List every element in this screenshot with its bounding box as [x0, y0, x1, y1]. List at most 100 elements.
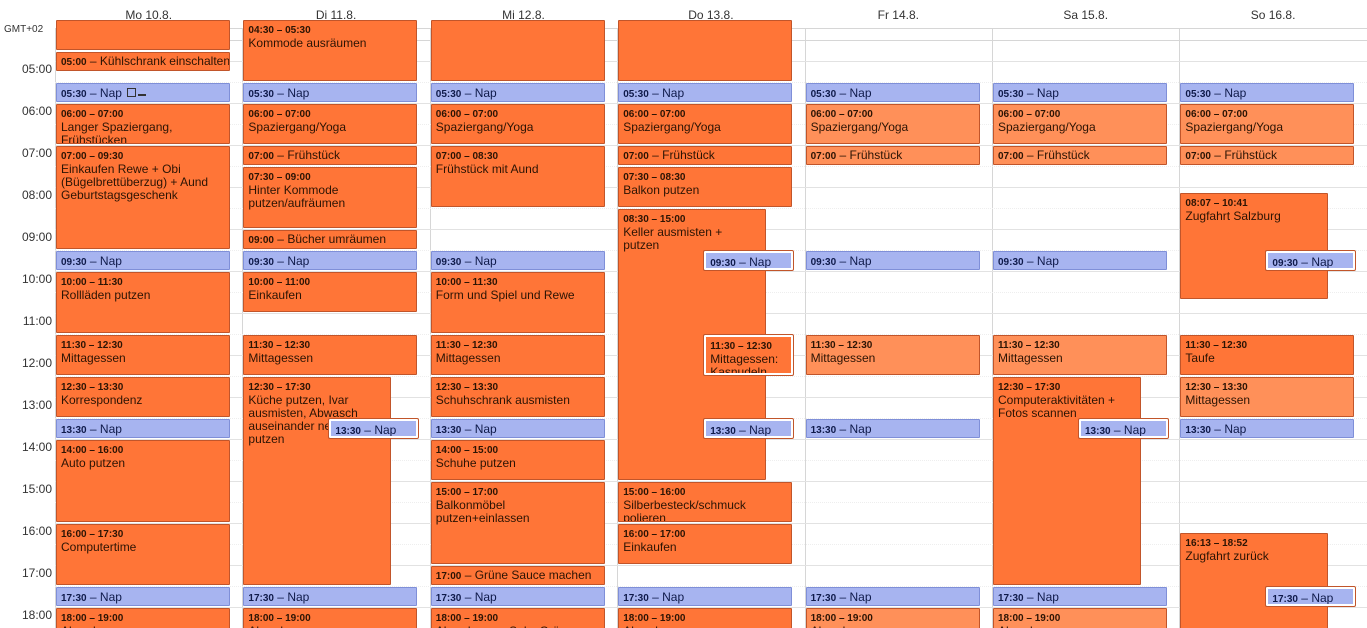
calendar-event[interactable]: 12:30 – 13:30 Korrespondenz: [56, 377, 230, 417]
nap-event[interactable]: 05:30 – Nap: [1180, 83, 1355, 102]
calendar-event[interactable]: 10:00 – 11:30 Rollläden putzen: [56, 272, 230, 333]
day-header[interactable]: Mi 12.8.: [430, 0, 617, 28]
calendar-event[interactable]: 15:00 – 17:00 Balkonmöbel putzen+einlasse…: [430, 482, 605, 564]
calendar-event[interactable]: 11:30 – 12:30 Mittagessen: [805, 335, 980, 375]
calendar-event[interactable]: 11:30 – 12:30 Mittagessen: Kasnudeln: [703, 334, 795, 376]
nap-event[interactable]: 17:30 – Nap: [430, 587, 605, 606]
copy-icon[interactable]: [126, 88, 136, 98]
calendar-event[interactable]: 06:00 – 07:00 Spaziergang/Yoga: [618, 104, 793, 144]
calendar-event[interactable]: 18:00 – 19:00Abendessen: Sulz+Grüne: [430, 608, 605, 628]
nap-event[interactable]: 09:30 – Nap: [243, 251, 418, 270]
event-time: 06:00 – 07:00: [623, 109, 686, 120]
calendar-event[interactable]: 10:00 – 11:00 Einkaufen: [243, 272, 418, 312]
calendar-event[interactable]: 11:30 – 12:30 Mittagessen: [430, 335, 605, 375]
calendar-event[interactable]: 06:00 – 07:00 Langer Spaziergang, Frühstü…: [56, 104, 230, 144]
calendar-event[interactable]: 18:00 – 19:00Abendessen: [618, 608, 793, 628]
nap-event[interactable]: 05:30 – Nap: [805, 83, 980, 102]
nap-event[interactable]: 17:30 – Nap: [805, 587, 980, 606]
calendar-event[interactable]: [618, 20, 793, 81]
calendar-event[interactable]: 11:30 – 12:30 Taufe: [1180, 335, 1355, 375]
event-time: 13:30: [1185, 425, 1211, 436]
calendar-event[interactable]: 18:00 – 19:00Abendessen: [805, 608, 980, 628]
calendar-event[interactable]: 05:00 – Kühlschrank einschalten: [56, 51, 230, 71]
calendar-event[interactable]: 07:00 – Frühstück: [1180, 146, 1355, 165]
calendar-event[interactable]: 16:13 – 18:52 Zugfahrt zurück: [1180, 533, 1329, 628]
nap-event[interactable]: 13:30 – Nap: [1078, 418, 1169, 439]
event-title: Schuhe putzen: [435, 456, 516, 470]
nap-event[interactable]: 13:30 – Nap: [703, 418, 795, 439]
calendar-event[interactable]: 07:00 – Frühstück: [805, 146, 980, 165]
calendar-event[interactable]: 08:07 – 10:41 Zugfahrt Salzburg: [1180, 192, 1329, 299]
calendar-event[interactable]: 06:00 – 07:00 Spaziergang/Yoga: [1180, 104, 1355, 144]
event-time: 07:00: [1185, 151, 1211, 162]
calendar-event[interactable]: 06:00 – 07:00 Spaziergang/Yoga: [805, 104, 980, 144]
day-header[interactable]: Sa 15.8.: [992, 0, 1179, 28]
calendar-event[interactable]: 07:00 – Frühstück: [993, 146, 1167, 165]
nap-event[interactable]: 09:30 – Nap: [56, 251, 230, 270]
calendar-event[interactable]: 18:00 – 19:00Abendessen: [993, 608, 1167, 628]
nap-event[interactable]: 09:30 – Nap: [430, 251, 605, 270]
calendar-event[interactable]: 11:30 – 12:30 Mittagessen: [56, 335, 230, 375]
nap-event[interactable]: 05:30 – Nap: [56, 83, 230, 102]
nap-event[interactable]: 17:30 – Nap: [56, 587, 230, 606]
day-header[interactable]: Mo 10.8.: [55, 0, 242, 28]
nap-event[interactable]: 09:30 – Nap: [805, 251, 980, 270]
event-title: Mittagessen: Kasnudeln: [710, 352, 779, 375]
nap-event[interactable]: 13:30 – Nap: [1180, 419, 1355, 438]
calendar-event[interactable]: 07:00 – Frühstück: [243, 146, 418, 165]
calendar-event[interactable]: 17:00 – Grüne Sauce machen: [430, 566, 605, 585]
calendar-event[interactable]: 12:30 – 17:30 Küche putzen, Ivar ausmiste…: [243, 377, 392, 585]
calendar-event[interactable]: 06:00 – 07:00 Spaziergang/Yoga: [993, 104, 1167, 144]
event-title: Silberbesteck/schmuck polieren: [623, 498, 746, 522]
day-header[interactable]: Fr 14.8.: [805, 0, 992, 28]
calendar-event[interactable]: 18:00 – 19:00Abendessen: [243, 608, 418, 628]
calendar-event[interactable]: [430, 20, 605, 81]
calendar-event[interactable]: 12:30 – 13:30 Schuhschrank ausmisten: [430, 377, 605, 417]
nap-event[interactable]: 13:30 – Nap: [805, 419, 980, 438]
nap-event[interactable]: 05:30 – Nap: [993, 83, 1167, 102]
event-title: Keller ausmisten + putzen: [623, 225, 723, 252]
calendar-event[interactable]: 12:30 – 13:30 Mittagessen: [1180, 377, 1355, 417]
nap-event[interactable]: 09:30 – Nap: [703, 250, 795, 271]
calendar-event[interactable]: 14:00 – 15:00 Schuhe putzen: [430, 440, 605, 480]
calendar-event[interactable]: 06:00 – 07:00 Spaziergang/Yoga: [430, 104, 605, 144]
calendar-event[interactable]: 10:00 – 11:30 Form und Spiel und Rewe: [430, 272, 605, 333]
nap-event[interactable]: 05:30 – Nap: [430, 83, 605, 102]
nap-event[interactable]: 09:30 – Nap: [1265, 250, 1357, 271]
calendar-event[interactable]: 09:00 – Bücher umräumen: [243, 230, 418, 249]
calendar-event[interactable]: 07:30 – 09:00 Hinter Kommode putzen/aufrä…: [243, 167, 418, 228]
calendar-event[interactable]: 07:00 – Frühstück: [618, 146, 793, 165]
nap-event[interactable]: 05:30 – Nap: [618, 83, 793, 102]
day-header[interactable]: So 16.8.: [1179, 0, 1366, 28]
nap-event[interactable]: 05:30 – Nap: [243, 83, 418, 102]
nap-event[interactable]: 09:30 – Nap: [993, 251, 1167, 270]
event-actions-icon[interactable]: [125, 87, 146, 100]
calendar-event[interactable]: 06:00 – 07:00 Spaziergang/Yoga: [243, 104, 418, 144]
nap-event[interactable]: 13:30 – Nap: [430, 419, 605, 438]
nap-event[interactable]: 17:30 – Nap: [243, 587, 418, 606]
nap-event[interactable]: 17:30 – Nap: [1265, 586, 1357, 607]
event-title: Zugfahrt zurück: [1185, 549, 1269, 564]
calendar-event[interactable]: 07:00 – 08:30 Frühstück mit Aund: [430, 146, 605, 207]
event-time: 10:00 – 11:30: [435, 277, 498, 288]
nap-event[interactable]: 13:30 – Nap: [328, 418, 420, 439]
hour-label: 16:00: [21, 524, 52, 538]
calendar-event[interactable]: 16:00 – 17:30 Computertime: [56, 524, 230, 585]
calendar-event[interactable]: 12:30 – 17:30 Computeraktivitäten + Fotos…: [993, 377, 1141, 585]
calendar-event[interactable]: 18:00 – 19:00Abendessen: [56, 608, 230, 628]
event-time: 16:00 – 17:00: [623, 529, 686, 540]
day-header[interactable]: Di 11.8.: [242, 0, 429, 28]
calendar-event[interactable]: 16:00 – 17:00 Einkaufen: [618, 524, 793, 564]
minimize-icon[interactable]: [137, 94, 146, 97]
nap-event[interactable]: 17:30 – Nap: [618, 587, 793, 606]
calendar-event[interactable]: 07:00 – 09:30 Einkaufen Rewe + Obi (Bügel…: [56, 146, 230, 249]
calendar-event[interactable]: 07:30 – 08:30 Balkon putzen: [618, 167, 793, 207]
nap-event[interactable]: 17:30 – Nap: [993, 587, 1167, 606]
calendar-event[interactable]: 04:30 – 05:30 Kommode ausräumen: [243, 20, 418, 81]
calendar-event[interactable]: 15:00 – 16:00 Silberbesteck/schmuck polie…: [618, 482, 793, 522]
calendar-event[interactable]: 11:30 – 12:30 Mittagessen: [243, 335, 418, 375]
calendar-event[interactable]: 14:00 – 16:00 Auto putzen: [56, 440, 230, 522]
calendar-event[interactable]: 11:30 – 12:30 Mittagessen: [993, 335, 1167, 375]
day-header[interactable]: Do 13.8.: [617, 0, 804, 28]
nap-event[interactable]: 13:30 – Nap: [56, 419, 230, 438]
